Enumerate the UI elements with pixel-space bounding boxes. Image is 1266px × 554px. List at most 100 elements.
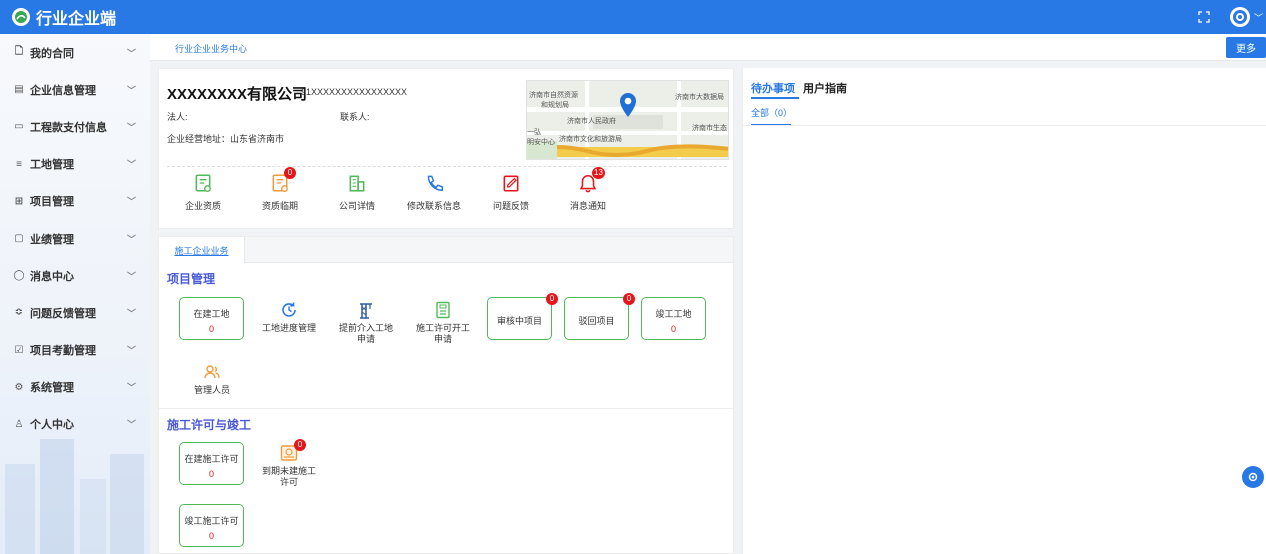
sidebar-item[interactable]: ▭ 工程款支付信息 ﹀ bbox=[0, 108, 150, 145]
sidebar-item-label: 工地管理 bbox=[30, 159, 74, 172]
user-avatar-icon[interactable] bbox=[1230, 7, 1250, 27]
badge: 0 bbox=[284, 167, 296, 179]
stat-value: 0 bbox=[208, 469, 214, 479]
sidebar-item[interactable]: ▢ 业绩管理 ﹀ bbox=[0, 220, 150, 257]
quick-link[interactable]: 13 消息通知 bbox=[555, 167, 621, 212]
id-card-icon: ▤ bbox=[14, 84, 24, 96]
breadcrumb: 行业企业业务中心 更多 bbox=[150, 34, 1266, 61]
tile-label: 到期未建施工许可 bbox=[261, 466, 316, 487]
contact-person-label: 联系人: bbox=[340, 112, 370, 122]
company-location-map[interactable]: 济南市自然资源 和规划局 济南市大数据局 济南市人民政府 济南市生态 济南市文化… bbox=[526, 80, 729, 160]
quick-link-label: 公司详情 bbox=[338, 201, 375, 211]
chevron-down-icon: ﹀ bbox=[126, 419, 136, 430]
sidebar-item[interactable]: 🗋 我的合同 ﹀ bbox=[0, 34, 150, 71]
expiring-certificate-icon: 0 bbox=[270, 167, 296, 193]
app-logo[interactable]: 行业企业端 bbox=[12, 5, 116, 29]
sidebar-buildings-decoration bbox=[5, 439, 144, 554]
tab-todo[interactable]: 待办事项 bbox=[751, 80, 795, 96]
tile-managers[interactable]: 管理人员 bbox=[179, 363, 245, 396]
stat-box-completed-permits[interactable]: 竣工施工许可 0 bbox=[179, 504, 244, 547]
company-address: 企业经营地址：山东省济南市 bbox=[167, 134, 285, 144]
chevron-down-icon[interactable]: ﹀ bbox=[1254, 11, 1264, 24]
bell-icon: 13 bbox=[578, 167, 605, 193]
active-tab-indicator bbox=[751, 97, 799, 99]
chevron-down-icon: ﹀ bbox=[126, 234, 136, 245]
gear-icon bbox=[1248, 472, 1258, 482]
sidebar-item[interactable]: ≡ 工地管理 ﹀ bbox=[0, 146, 150, 183]
stat-box-rejected[interactable]: 驳回项目 0 bbox=[564, 293, 635, 340]
tile-permit-start[interactable]: 施工许可开工申请 bbox=[410, 301, 476, 345]
tab-construction-business[interactable]: 施工企业业务 bbox=[159, 237, 245, 263]
stat-label: 竣工工地 bbox=[655, 309, 692, 319]
floating-settings-button[interactable] bbox=[1242, 466, 1264, 488]
stat-box-under-construction[interactable]: 在建工地 0 bbox=[179, 297, 244, 340]
breadcrumb-tab[interactable]: 行业企业业务中心 bbox=[175, 42, 247, 55]
grid-icon: ⊞ bbox=[14, 195, 24, 207]
expired-permit-icon-wrap: 0 bbox=[280, 439, 306, 462]
user-icon: ♙ bbox=[14, 418, 24, 430]
stat-label: 在建工地 bbox=[193, 309, 230, 319]
progress-clock-icon bbox=[282, 302, 296, 317]
monitor-icon: ▭ bbox=[14, 121, 24, 133]
tab-user-guide[interactable]: 用户指南 bbox=[803, 80, 847, 96]
quick-link[interactable]: 公司详情 bbox=[324, 173, 390, 212]
stat-box-completed-sites[interactable]: 竣工工地 0 bbox=[641, 297, 706, 340]
divider bbox=[167, 166, 727, 167]
divider bbox=[159, 408, 733, 409]
quick-link[interactable]: 企业资质 bbox=[170, 173, 236, 212]
folder-icon: ▢ bbox=[14, 233, 24, 245]
map-label: 和规划局 bbox=[541, 102, 569, 109]
quick-link[interactable]: 问题反馈 bbox=[478, 173, 544, 212]
tile-label: 管理人员 bbox=[193, 385, 230, 395]
chevron-down-icon: ﹀ bbox=[126, 85, 136, 96]
quick-link[interactable]: 修改联系信息 bbox=[401, 173, 467, 212]
stat-box-under-review[interactable]: 审核中项目 0 bbox=[487, 293, 558, 340]
quick-link-label: 修改联系信息 bbox=[406, 201, 461, 211]
badge: 0 bbox=[546, 293, 558, 305]
company-info-card: XXXXXXXX有限公司 91XXXXXXXXXXXXXXXX 法人: 联系人:… bbox=[158, 68, 734, 229]
sidebar-item[interactable]: ☑ 项目考勤管理 ﹀ bbox=[0, 332, 150, 369]
sidebar-item[interactable]: ⊞ 项目管理 ﹀ bbox=[0, 183, 150, 220]
sidebar-item[interactable]: ≎ 问题反馈管理 ﹀ bbox=[0, 294, 150, 331]
sidebar-item-label: 我的合同 bbox=[30, 47, 74, 60]
stat-label: 在建施工许可 bbox=[184, 454, 239, 464]
legal-person-label: 法人: bbox=[167, 112, 188, 122]
stat-label: 驳回项目 bbox=[578, 316, 615, 326]
tile-site-progress[interactable]: 工地进度管理 bbox=[256, 301, 322, 334]
chevron-down-icon: ﹀ bbox=[126, 196, 136, 207]
badge: 13 bbox=[592, 167, 605, 179]
map-label: 济南市生态 bbox=[692, 125, 727, 132]
tile-label: 提前介入工地申请 bbox=[338, 323, 393, 344]
stat-label: 竣工施工许可 bbox=[184, 516, 239, 526]
checklist-icon: ☑ bbox=[14, 344, 24, 356]
chevron-down-icon: ﹀ bbox=[126, 345, 136, 356]
logo-icon bbox=[12, 8, 30, 26]
sidebar-item[interactable]: ⚙ 系统管理 ﹀ bbox=[0, 369, 150, 406]
sidebar-item-label: 项目考勤管理 bbox=[30, 345, 96, 358]
stat-box-active-permits[interactable]: 在建施工许可 0 bbox=[179, 442, 244, 485]
business-panel: 施工企业业务 项目管理 在建工地 0 工地进度管理 提前介入工地申请 施工许可开… bbox=[158, 236, 734, 554]
tile-expired-permits[interactable]: 0 到期未建施工许可 bbox=[256, 439, 322, 488]
chevron-down-icon: ﹀ bbox=[126, 48, 136, 59]
quick-link-label: 企业资质 bbox=[184, 201, 221, 211]
more-button[interactable]: 更多 bbox=[1226, 37, 1266, 58]
document-icon: 🗋 bbox=[14, 46, 24, 58]
tile-early-intervention[interactable]: 提前介入工地申请 bbox=[333, 301, 399, 345]
fullscreen-icon[interactable] bbox=[1196, 9, 1212, 25]
sidebar-item-label: 企业信息管理 bbox=[30, 84, 96, 97]
divider bbox=[743, 125, 1266, 126]
quick-link[interactable]: 0 资质临期 bbox=[247, 167, 313, 212]
sidebar-item-label: 个人中心 bbox=[30, 419, 74, 432]
permit-doc-icon bbox=[436, 301, 450, 319]
sidebar-item[interactable]: ▤ 企业信息管理 ﹀ bbox=[0, 71, 150, 108]
stat-value: 0 bbox=[208, 324, 214, 334]
filter-all[interactable]: 全部（0） bbox=[751, 106, 792, 119]
map-pin-icon bbox=[620, 93, 636, 117]
sidebar-item-label: 项目管理 bbox=[30, 196, 74, 209]
business-tabbar: 施工企业业务 bbox=[159, 237, 733, 263]
chevron-down-icon: ﹀ bbox=[126, 271, 136, 282]
sidebar-item[interactable]: ◯ 消息中心 ﹀ bbox=[0, 257, 150, 294]
sidebar-item[interactable]: ♙ 个人中心 ﹀ bbox=[0, 406, 150, 443]
sidebar: 🗋 我的合同 ﹀ ▤ 企业信息管理 ﹀ ▭ 工程款支付信息 ﹀ ≡ 工地管理 ﹀ ⊞ 项目管理 ﹀ ▢ 业绩管理… bbox=[0, 34, 150, 554]
todo-panel: 待办事项 用户指南 全部（0） bbox=[742, 68, 1266, 554]
